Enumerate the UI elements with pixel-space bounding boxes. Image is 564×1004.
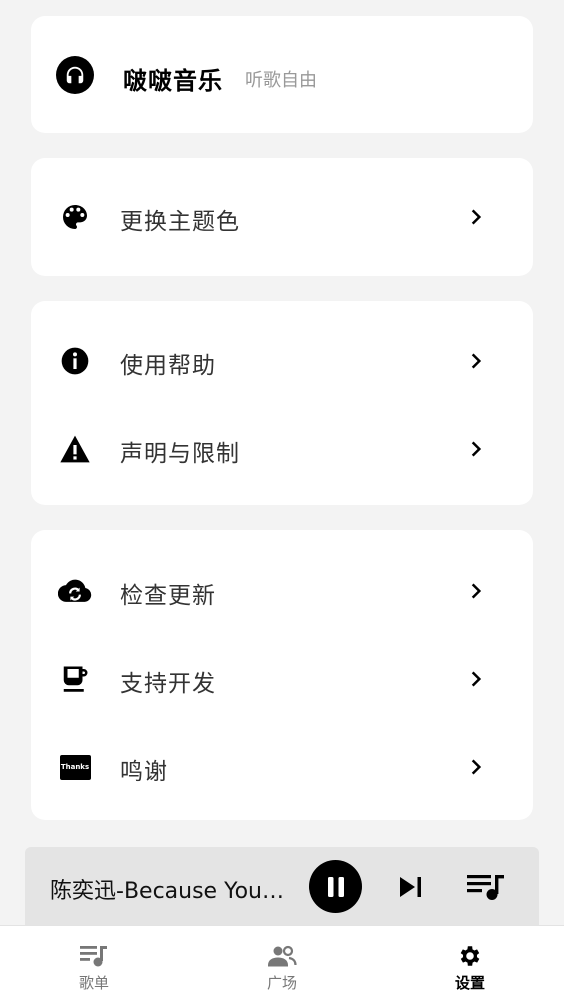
settings-item-label: 使用帮助 xyxy=(120,353,216,379)
chevron-right-icon xyxy=(463,203,489,231)
bottom-navigation: 歌单 广场 设置 xyxy=(0,925,564,1004)
settings-group-about: 检查更新 支持开发 Thanks 鸣谢 xyxy=(31,530,533,820)
settings-group-help: 使用帮助 声明与限制 xyxy=(31,301,533,505)
info-icon xyxy=(58,344,92,378)
warning-icon xyxy=(58,432,92,466)
mini-player[interactable]: 陈奕迅-Because You… xyxy=(25,847,539,927)
gear-icon xyxy=(457,942,483,970)
settings-item-label: 支持开发 xyxy=(120,671,216,697)
settings-group-theme: 更换主题色 xyxy=(31,158,533,276)
people-icon xyxy=(267,942,297,970)
thanks-icon-text: Thanks xyxy=(60,763,90,771)
settings-item-theme[interactable]: 更换主题色 xyxy=(31,173,533,261)
pause-button[interactable] xyxy=(309,860,362,913)
settings-item-help[interactable]: 使用帮助 xyxy=(31,317,533,405)
pause-icon xyxy=(327,876,344,897)
cloud-sync-icon xyxy=(58,574,92,608)
headphones-icon xyxy=(56,56,94,94)
chevron-right-icon xyxy=(463,577,489,605)
settings-item-thanks[interactable]: Thanks 鸣谢 xyxy=(31,723,533,811)
settings-item-check-update[interactable]: 检查更新 xyxy=(31,547,533,635)
chevron-right-icon xyxy=(463,665,489,693)
play-queue-button[interactable] xyxy=(465,869,507,905)
nav-tab-label: 广场 xyxy=(266,974,297,992)
settings-item-label: 更换主题色 xyxy=(120,209,240,235)
nav-tab-settings[interactable]: 设置 xyxy=(376,926,564,1004)
chevron-right-icon xyxy=(463,347,489,375)
settings-item-label: 鸣谢 xyxy=(120,759,168,785)
palette-icon xyxy=(58,200,92,234)
settings-item-label: 检查更新 xyxy=(120,583,216,609)
nav-tab-label: 设置 xyxy=(454,974,485,992)
nav-tab-playlists[interactable]: 歌单 xyxy=(0,926,188,1004)
playlist-icon xyxy=(79,942,109,970)
coffee-icon xyxy=(58,662,92,696)
settings-item-disclaimer[interactable]: 声明与限制 xyxy=(31,405,533,493)
nav-tab-label: 歌单 xyxy=(78,974,109,992)
settings-item-label: 声明与限制 xyxy=(120,441,240,467)
next-track-button[interactable] xyxy=(395,871,427,903)
queue-music-icon xyxy=(467,875,504,900)
nav-tab-square[interactable]: 广场 xyxy=(188,926,376,1004)
app-name: 啵啵音乐 xyxy=(123,67,223,95)
chevron-right-icon xyxy=(463,435,489,463)
now-playing-title[interactable]: 陈奕迅-Because You… xyxy=(50,873,305,905)
thanks-icon: Thanks xyxy=(58,750,92,784)
app-slogan: 听歌自由 xyxy=(245,70,317,91)
app-header-card: 啵啵音乐 听歌自由 xyxy=(31,16,533,133)
chevron-right-icon xyxy=(463,753,489,781)
settings-item-support[interactable]: 支持开发 xyxy=(31,635,533,723)
skip-next-icon xyxy=(400,877,421,897)
